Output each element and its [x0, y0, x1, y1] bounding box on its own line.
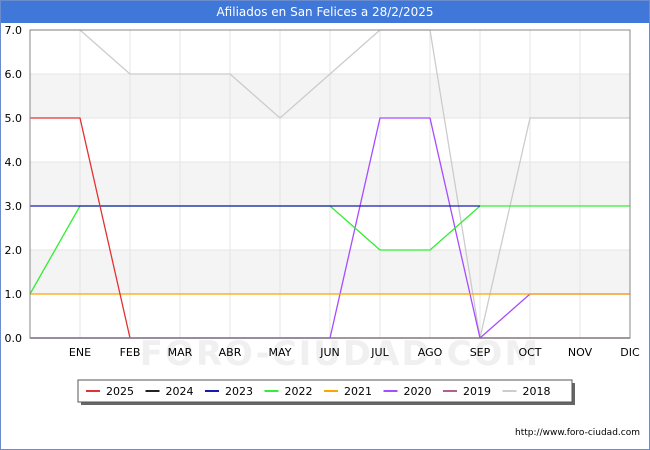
x-tick-label: NOV [568, 346, 593, 359]
y-tick-label: 3.0 [5, 200, 23, 213]
legend-label-2023: 2023 [225, 385, 253, 398]
footer-url: http://www.foro-ciudad.com [515, 428, 640, 438]
x-tick-label: OCT [518, 346, 541, 359]
y-tick-label: 7.0 [5, 24, 23, 37]
y-tick-label: 4.0 [5, 156, 23, 169]
x-tick-label: MAR [168, 346, 193, 359]
y-tick-label: 1.0 [5, 288, 23, 301]
x-tick-label: AGO [418, 346, 443, 359]
y-tick-label: 6.0 [5, 68, 23, 81]
x-tick-label: ENE [69, 346, 91, 359]
y-tick-label: 2.0 [5, 244, 23, 257]
x-tick-label: MAY [269, 346, 292, 359]
legend-label-2024: 2024 [166, 385, 194, 398]
x-tick-label: JUL [370, 346, 389, 359]
legend-label-2018: 2018 [523, 385, 551, 398]
x-tick-label: DIC [620, 346, 640, 359]
legend-label-2021: 2021 [344, 385, 372, 398]
y-tick-label: 0.0 [5, 332, 23, 345]
x-tick-label: JUN [319, 346, 340, 359]
x-tick-label: FEB [120, 346, 141, 359]
legend-label-2022: 2022 [285, 385, 313, 398]
legend-label-2025: 2025 [106, 385, 134, 398]
line-chart: FORO-CIUDAD.COM0.01.02.03.04.05.06.07.0E… [5, 24, 640, 405]
x-tick-label: ABR [219, 346, 242, 359]
legend-label-2020: 2020 [404, 385, 432, 398]
legend-label-2019: 2019 [463, 385, 491, 398]
y-tick-label: 5.0 [5, 112, 23, 125]
x-tick-label: SEP [470, 346, 491, 359]
